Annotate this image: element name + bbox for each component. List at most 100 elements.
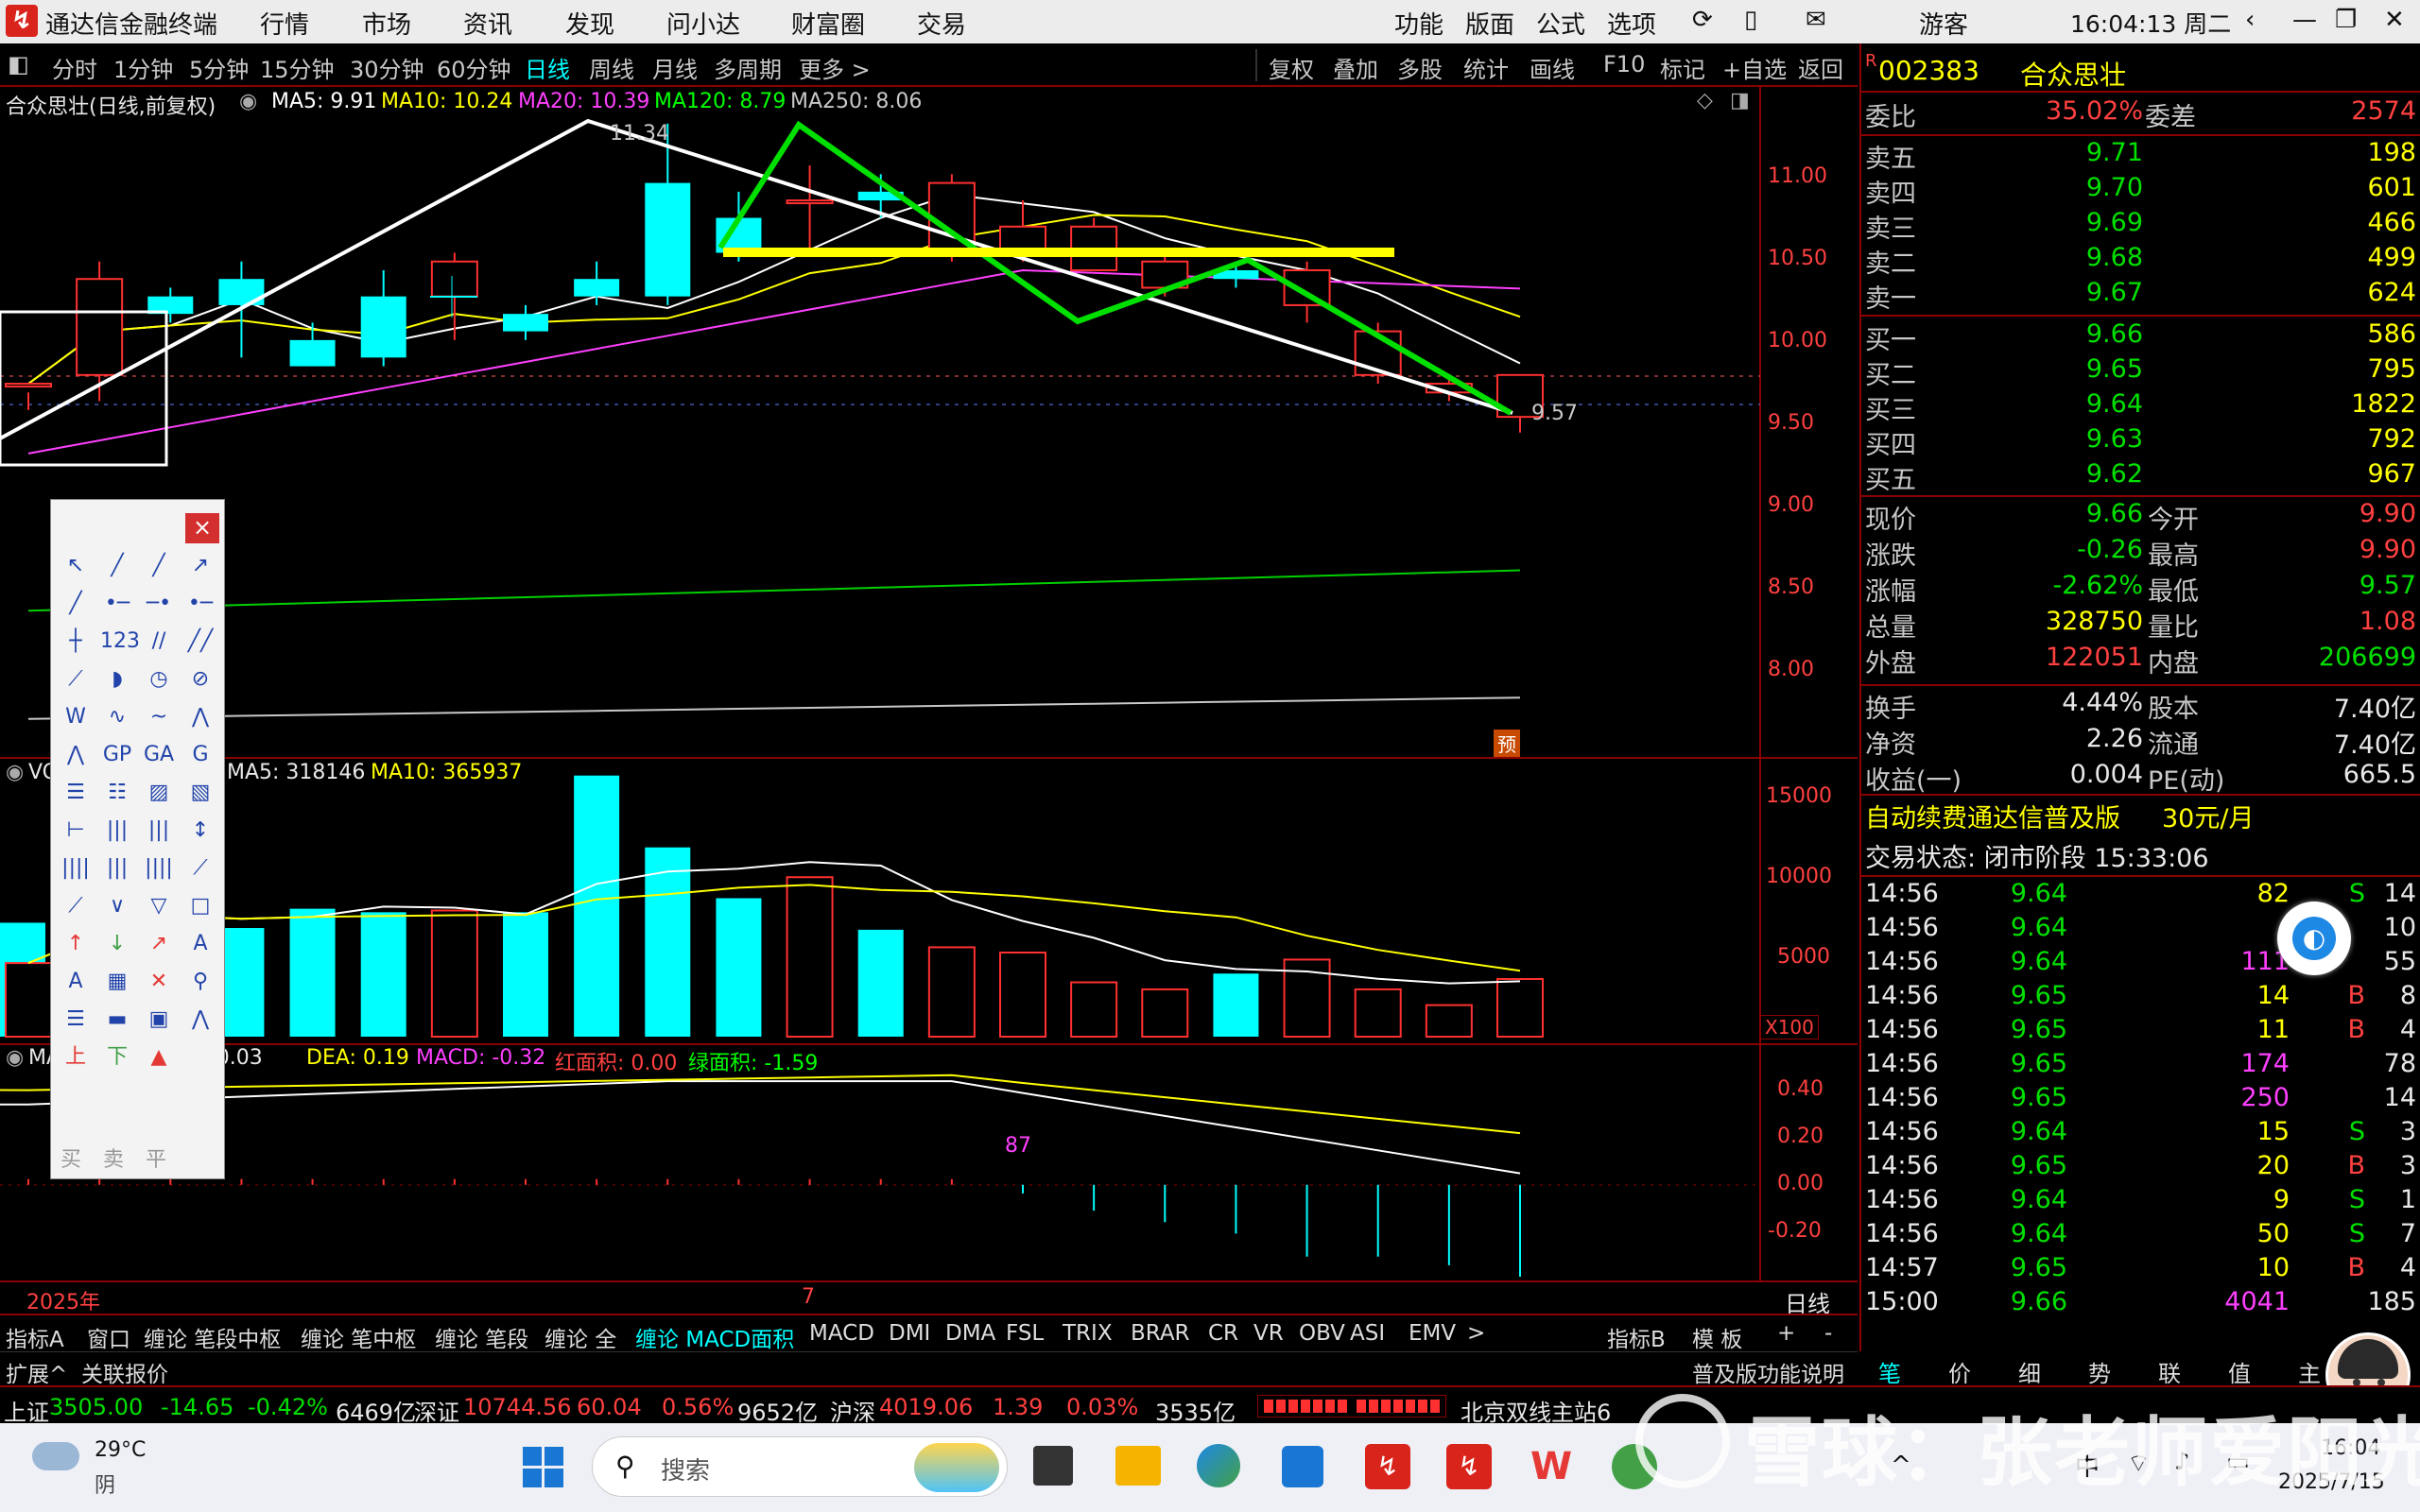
indicator-tab[interactable]: FSL: [1006, 1321, 1044, 1346]
volume-bar[interactable]: [1354, 988, 1402, 1038]
restore-icon[interactable]: ❐: [2335, 6, 2357, 34]
adjust-button[interactable]: 复权: [1269, 51, 1314, 84]
detail-tab[interactable]: 笔: [1878, 1355, 1901, 1388]
curve-tool-icon[interactable]: ~: [142, 700, 176, 734]
list-tool-icon[interactable]: ☰: [59, 1003, 93, 1037]
sz-index[interactable]: 10744.56: [463, 1394, 572, 1420]
taskbar-search-box[interactable]: ⚲ 搜索: [592, 1436, 1008, 1497]
wave-tool-icon[interactable]: W: [59, 700, 93, 734]
period-tab[interactable]: 周线: [589, 51, 634, 84]
panel-icon[interactable]: ◨: [1730, 89, 1750, 112]
circle-tool-icon[interactable]: ◷: [142, 662, 176, 696]
volume-bar[interactable]: [503, 912, 548, 1037]
stock-code[interactable]: 002383: [1878, 55, 1979, 86]
server-name[interactable]: 北京双线主站6: [1461, 1394, 1611, 1427]
settings-icon[interactable]: ◉: [239, 90, 257, 113]
triangle-up-icon[interactable]: ▲: [142, 1040, 176, 1074]
volume-bar[interactable]: [786, 876, 834, 1038]
grid-tool-icon[interactable]: ▨: [142, 776, 176, 810]
buy-tool[interactable]: 买: [60, 1143, 81, 1173]
menu-item[interactable]: 资讯: [463, 6, 512, 41]
range-tool-icon[interactable]: ⊢: [59, 814, 93, 848]
related-quotes-tab[interactable]: 关联报价: [81, 1356, 168, 1388]
stats-button[interactable]: 统计: [1463, 51, 1509, 84]
period4-tool-icon[interactable]: ||||: [59, 851, 93, 885]
menu-item[interactable]: 发现: [565, 6, 614, 41]
bid-row[interactable]: 买一 9.66 586: [1861, 319, 2420, 355]
channel-tool-icon[interactable]: ╱╱: [183, 625, 217, 659]
flat-tool[interactable]: 平: [146, 1143, 166, 1173]
detail-tab[interactable]: 价: [1948, 1355, 1971, 1388]
indicator-tab[interactable]: 缠论 笔段中枢: [144, 1321, 281, 1353]
forecast-marker[interactable]: 预: [1494, 730, 1520, 757]
v-tool-icon[interactable]: ∨: [100, 889, 134, 923]
edition-info-link[interactable]: 普及版功能说明: [1692, 1356, 1844, 1388]
volume-bar[interactable]: [716, 898, 762, 1038]
period-tab[interactable]: 多周期: [714, 51, 782, 84]
cursor-tool-icon[interactable]: ↖: [59, 549, 93, 583]
up-text-icon[interactable]: 上: [59, 1040, 93, 1074]
indicator-tab[interactable]: MACD: [809, 1321, 874, 1346]
menu-item[interactable]: 问小达: [666, 6, 740, 41]
gp-tool-icon[interactable]: GP: [100, 738, 134, 772]
arrow-line-tool-icon[interactable]: ↗: [183, 549, 217, 583]
volume-bar[interactable]: [218, 928, 265, 1037]
delete-tool-icon[interactable]: ✕: [142, 965, 176, 999]
indicator-tab[interactable]: 指标B: [1607, 1321, 1666, 1353]
period-tab[interactable]: 5分钟: [189, 51, 249, 84]
chart-area[interactable]: 合众思壮(日线,前复权) ◉ MA5: 9.91 MA10: 10.24 MA2…: [0, 87, 1858, 1317]
period5-tool-icon[interactable]: |||: [100, 851, 134, 885]
indicator-tab[interactable]: >: [1467, 1321, 1485, 1346]
sell-tool[interactable]: 卖: [103, 1143, 124, 1173]
period-tab[interactable]: 60分钟: [437, 51, 511, 84]
up-arrow-icon[interactable]: ↑: [59, 927, 93, 961]
rect-tool-icon[interactable]: □: [183, 889, 217, 923]
candle[interactable]: [503, 304, 548, 340]
indicator-tab[interactable]: VR: [1253, 1321, 1284, 1346]
period-tab[interactable]: 15分钟: [260, 51, 335, 84]
candle[interactable]: [289, 322, 336, 367]
detail-tab[interactable]: 主: [2298, 1355, 2321, 1388]
volume-bar[interactable]: [1141, 988, 1189, 1038]
candle[interactable]: [786, 165, 834, 253]
volume-bar[interactable]: [857, 929, 904, 1037]
vol-settings-icon[interactable]: ◉: [6, 761, 24, 784]
menu-item-layout[interactable]: 版面: [1465, 6, 1514, 41]
grid2-tool-icon[interactable]: ▧: [183, 776, 217, 810]
kline-chart[interactable]: [0, 87, 1858, 1282]
menu-item[interactable]: 市场: [362, 6, 411, 41]
hline2-tool-icon[interactable]: •─: [183, 587, 217, 621]
period-tab[interactable]: 月线: [652, 51, 698, 84]
weather-temp[interactable]: 29°C: [95, 1438, 146, 1462]
close-icon[interactable]: ✕: [2384, 6, 2405, 34]
indicator-tab[interactable]: TRIX: [1063, 1321, 1113, 1346]
candle[interactable]: [360, 269, 406, 367]
g-tool-icon[interactable]: G: [183, 738, 217, 772]
fib-tool-icon[interactable]: ☰: [59, 776, 93, 810]
indicator-tab[interactable]: 模 板: [1692, 1321, 1742, 1353]
menu-item[interactable]: 交易: [917, 6, 966, 41]
number-tool-icon[interactable]: 123: [100, 625, 140, 659]
indicator-tab[interactable]: EMV: [1409, 1321, 1456, 1346]
indicator-tab[interactable]: DMA: [945, 1321, 995, 1346]
triangle-tool-icon[interactable]: ▽: [142, 889, 176, 923]
hs-index[interactable]: 4019.06: [879, 1394, 973, 1420]
angle-tool-icon[interactable]: ⋀: [183, 1003, 217, 1037]
indicator-tab[interactable]: 窗口: [87, 1321, 130, 1353]
volume-bar[interactable]: [574, 775, 620, 1037]
point-line-tool-icon[interactable]: •─: [100, 587, 134, 621]
windows-start-icon[interactable]: [523, 1447, 564, 1488]
mail-icon[interactable]: ✉: [1806, 6, 1826, 34]
volume-bar[interactable]: [999, 951, 1046, 1039]
bid-row[interactable]: 买五 9.62 967: [1861, 459, 2420, 495]
indicator-tab[interactable]: CR: [1208, 1321, 1238, 1346]
draw-line-button[interactable]: 画线: [1530, 51, 1575, 84]
candle[interactable]: [5, 383, 52, 410]
diamond-icon[interactable]: ◇: [1697, 89, 1713, 112]
indicator-tab[interactable]: 缠论 笔中枢: [301, 1321, 416, 1353]
ad-text[interactable]: 自动续费通达信普及版: [1865, 798, 2120, 834]
weather-desc[interactable]: 阴: [95, 1469, 115, 1499]
indicator-tab[interactable]: +: [1777, 1321, 1795, 1346]
ellipse-tool-icon[interactable]: ⊘: [183, 662, 217, 696]
volume-bar[interactable]: [927, 946, 976, 1039]
